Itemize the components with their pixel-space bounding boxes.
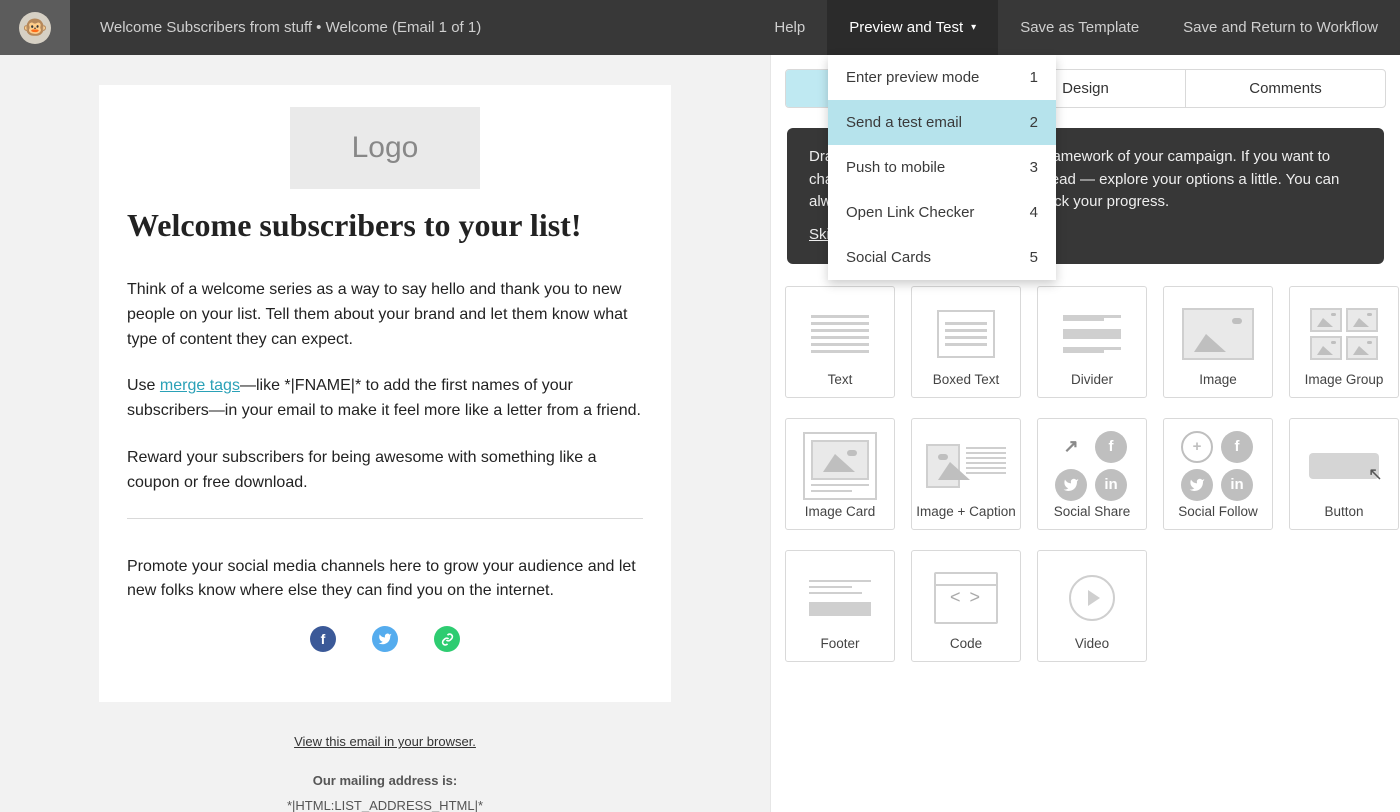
top-menu: Help Preview and Test ▾ Save as Template… <box>752 0 1400 55</box>
email-paragraph-1[interactable]: Think of a welcome series as a way to sa… <box>127 278 643 352</box>
merge-tags-link[interactable]: merge tags <box>160 377 240 394</box>
email-footer[interactable]: View this email in your browser. Our mai… <box>99 702 671 812</box>
block-label: Button <box>1324 504 1363 519</box>
divider-block-icon <box>1038 295 1146 372</box>
block-label: Code <box>950 636 982 651</box>
dd-social-cards[interactable]: Social Cards 5 <box>828 235 1056 280</box>
facebook-icon[interactable]: f <box>310 626 336 652</box>
boxed-text-block-icon <box>912 295 1020 372</box>
email-headline[interactable]: Welcome subscribers to your list! <box>127 207 643 244</box>
dd-shortcut: 4 <box>1030 204 1038 221</box>
email-paragraph-3[interactable]: Reward your subscribers for being awesom… <box>127 446 643 496</box>
menu-save-return[interactable]: Save and Return to Workflow <box>1161 0 1400 55</box>
dd-label: Push to mobile <box>846 159 945 176</box>
dd-shortcut: 2 <box>1030 114 1038 131</box>
dd-send-test-email[interactable]: Send a test email 2 <box>828 100 1056 145</box>
block-label: Image + Caption <box>916 504 1015 519</box>
dd-push-to-mobile[interactable]: Push to mobile 3 <box>828 145 1056 190</box>
block-label: Divider <box>1071 372 1113 387</box>
block-label: Video <box>1075 636 1109 651</box>
menu-preview-and-test[interactable]: Preview and Test ▾ <box>827 0 998 55</box>
image-caption-block-icon <box>912 427 1020 504</box>
block-text[interactable]: Text <box>785 286 895 398</box>
cursor-icon: ↖ <box>1368 464 1383 485</box>
email-body[interactable]: Logo Welcome subscribers to your list! T… <box>99 85 671 702</box>
block-social-share[interactable]: fin Social Share <box>1037 418 1147 530</box>
block-social-follow[interactable]: +fin Social Follow <box>1163 418 1273 530</box>
mailing-address-label: Our mailing address is: <box>313 773 458 788</box>
dd-shortcut: 5 <box>1030 249 1038 266</box>
block-label: Text <box>828 372 853 387</box>
text-fragment: Use <box>127 377 160 394</box>
mailing-address-value: *|HTML:LIST_ADDRESS_HTML|* <box>99 794 671 812</box>
tab-comments[interactable]: Comments <box>1185 70 1385 107</box>
social-follow-block-icon: +fin <box>1164 427 1272 504</box>
preview-test-dropdown: Enter preview mode 1 Send a test email 2… <box>828 55 1056 280</box>
app-logo[interactable]: 🐵 <box>0 0 70 55</box>
block-label: Boxed Text <box>933 372 1000 387</box>
dd-label: Social Cards <box>846 249 931 266</box>
email-paragraph-4[interactable]: Promote your social media channels here … <box>127 555 643 605</box>
video-block-icon <box>1038 559 1146 636</box>
block-label: Footer <box>820 636 859 651</box>
image-group-block-icon <box>1290 295 1398 372</box>
block-code[interactable]: < > Code <box>911 550 1021 662</box>
social-icons-row[interactable]: f <box>127 626 643 652</box>
menu-help[interactable]: Help <box>752 0 827 55</box>
text-block-icon <box>786 295 894 372</box>
menu-save-template[interactable]: Save as Template <box>998 0 1161 55</box>
email-divider[interactable] <box>127 518 643 519</box>
link-icon[interactable] <box>434 626 460 652</box>
block-footer[interactable]: Footer <box>785 550 895 662</box>
mailchimp-logo-icon: 🐵 <box>19 12 51 44</box>
dd-shortcut: 1 <box>1030 69 1038 86</box>
block-divider[interactable]: Divider <box>1037 286 1147 398</box>
block-label: Image Card <box>805 504 876 519</box>
top-bar: 🐵 Welcome Subscribers from stuff • Welco… <box>0 0 1400 55</box>
block-image-card[interactable]: Image Card <box>785 418 895 530</box>
content-blocks-grid: Text Boxed Text Divider Image Image Grou… <box>785 286 1386 662</box>
footer-block-icon <box>786 559 894 636</box>
dd-label: Open Link Checker <box>846 204 974 221</box>
chevron-down-icon: ▾ <box>971 22 976 33</box>
image-card-block-icon <box>786 427 894 504</box>
block-video[interactable]: Video <box>1037 550 1147 662</box>
dd-enter-preview[interactable]: Enter preview mode 1 <box>828 55 1056 100</box>
block-button[interactable]: ↖ Button <box>1289 418 1399 530</box>
button-block-icon: ↖ <box>1290 427 1398 504</box>
block-label: Social Share <box>1054 504 1131 519</box>
code-block-icon: < > <box>912 559 1020 636</box>
dd-shortcut: 3 <box>1030 159 1038 176</box>
twitter-icon[interactable] <box>372 626 398 652</box>
block-image[interactable]: Image <box>1163 286 1273 398</box>
block-label: Social Follow <box>1178 504 1258 519</box>
social-share-block-icon: fin <box>1038 427 1146 504</box>
block-image-caption[interactable]: Image + Caption <box>911 418 1021 530</box>
view-in-browser-link[interactable]: View this email in your browser. <box>294 734 476 749</box>
block-boxed-text[interactable]: Boxed Text <box>911 286 1021 398</box>
block-image-group[interactable]: Image Group <box>1289 286 1399 398</box>
email-paragraph-2[interactable]: Use merge tags—like *|FNAME|* to add the… <box>127 374 643 424</box>
dd-label: Send a test email <box>846 114 962 131</box>
email-canvas[interactable]: Logo Welcome subscribers to your list! T… <box>0 55 770 812</box>
page-title: Welcome Subscribers from stuff • Welcome… <box>70 0 752 55</box>
logo-placeholder[interactable]: Logo <box>290 107 480 189</box>
menu-preview-label: Preview and Test <box>849 19 963 36</box>
dd-label: Enter preview mode <box>846 69 979 86</box>
block-label: Image <box>1199 372 1237 387</box>
image-block-icon <box>1164 295 1272 372</box>
block-label: Image Group <box>1305 372 1384 387</box>
dd-open-link-checker[interactable]: Open Link Checker 4 <box>828 190 1056 235</box>
